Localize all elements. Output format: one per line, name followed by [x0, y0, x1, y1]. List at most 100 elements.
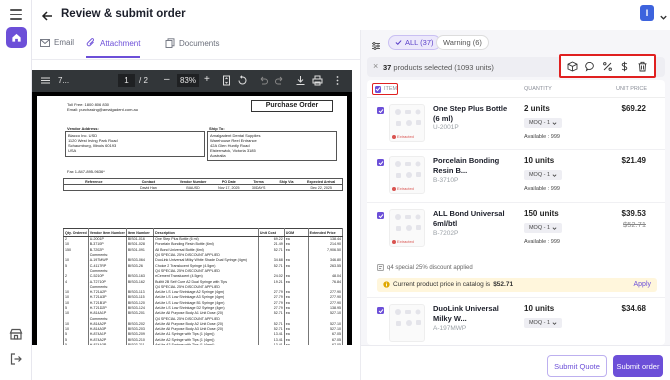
pdf-meta-box: Reference Contact Vendor Number PO Date … — [63, 178, 343, 191]
item-note-text: q4 special 25% discount applied — [387, 264, 473, 271]
moq-label: MOQ - 1 — [528, 120, 551, 126]
logout-icon[interactable] — [9, 352, 23, 366]
submit-quote-button[interactable]: Submit Quote — [547, 355, 607, 377]
pdf-zoom-level[interactable]: 83% — [177, 74, 199, 87]
extracted-dot-icon — [392, 186, 396, 191]
percent-icon[interactable] — [602, 61, 613, 72]
moq-dropdown[interactable]: MOQ - 1 — [524, 118, 562, 128]
note-icon — [377, 264, 384, 271]
apply-price-link[interactable]: Apply — [633, 281, 651, 288]
row-checkbox[interactable] — [377, 107, 384, 114]
pdf-email: Email: purchasing@amalgadent.com.au — [67, 107, 138, 112]
moq-label: MOQ - 1 — [528, 172, 551, 178]
home-icon[interactable] — [6, 27, 27, 48]
pdf-meta-value — [64, 185, 124, 191]
order-review-panel: ALL (37) Warning (6) × 37 products selec… — [360, 30, 670, 380]
rotate-icon[interactable] — [237, 75, 248, 86]
paperclip-icon — [86, 38, 94, 47]
pdf-page-total: / 2 — [139, 76, 148, 85]
moq-dropdown[interactable]: MOQ - 1 — [524, 318, 562, 328]
price-warning-text: Current product price in catalog is $52.… — [383, 281, 513, 288]
extracted-badge: Extracted — [392, 134, 414, 139]
product-thumbnail: Extracted — [389, 104, 425, 142]
dollar-icon[interactable] — [619, 61, 630, 72]
pdf-table-row: 5H-874A3PBIS03-211AeLite A3 Syringe with… — [63, 342, 344, 345]
quantity-value[interactable]: 150 units — [524, 209, 559, 218]
trash-icon[interactable] — [637, 61, 648, 72]
product-code: B-7202P — [433, 230, 459, 237]
comment-icon[interactable] — [584, 61, 596, 72]
avatar[interactable]: I — [640, 5, 654, 21]
chevron-down-icon[interactable] — [659, 9, 668, 20]
product-thumbnail: Extracted — [389, 209, 425, 247]
back-arrow-icon[interactable] — [41, 9, 53, 21]
tab-documents[interactable]: Documents — [165, 38, 219, 48]
info-icon — [383, 281, 390, 288]
quantity-value[interactable]: 10 units — [524, 304, 554, 313]
unit-price[interactable]: $69.22 — [622, 104, 646, 113]
redo-icon[interactable] — [274, 75, 285, 86]
filter-sliders-icon[interactable] — [371, 38, 381, 50]
moq-dropdown[interactable]: MOQ - 1 — [524, 223, 562, 233]
footer-actions: Submit Quote Submit order — [361, 345, 670, 380]
mail-icon — [40, 38, 50, 47]
clear-selection-icon[interactable]: × — [373, 62, 378, 71]
pdf-page-input[interactable]: 1 — [118, 74, 135, 87]
pdf-table-cell: H-874A3P — [87, 342, 127, 345]
submit-order-button[interactable]: Submit order — [613, 355, 663, 377]
store-icon[interactable] — [9, 327, 23, 341]
download-icon[interactable] — [295, 75, 306, 86]
fit-page-icon[interactable] — [221, 75, 232, 86]
pdf-meta-header: Expected Arrival — [307, 180, 336, 184]
filter-warning-chip[interactable]: Warning (6) — [436, 35, 489, 50]
hamburger-menu-icon[interactable] — [40, 75, 51, 86]
hamburger-menu-icon[interactable] — [10, 9, 22, 23]
filter-all-chip[interactable]: ALL (37) — [388, 35, 441, 50]
extracted-label: Extracted — [397, 186, 414, 191]
pdf-meta-header: PO Date — [221, 180, 236, 184]
moq-dropdown[interactable]: MOQ - 1 — [524, 170, 562, 180]
pdf-table-header-cell: UOM — [283, 228, 309, 237]
extracted-dot-icon — [392, 239, 396, 244]
checkbox-checked-icon — [375, 85, 381, 93]
left-rail — [0, 0, 32, 380]
list-header: ITEM QUANTITY UNIT PRICE — [367, 80, 665, 98]
package-icon[interactable] — [567, 60, 578, 72]
extracted-dot-icon — [392, 134, 396, 139]
zoom-in-icon[interactable]: + — [204, 74, 215, 85]
row-checkbox[interactable] — [377, 159, 384, 166]
row-checkbox[interactable] — [377, 307, 384, 314]
print-icon[interactable] — [312, 75, 323, 86]
image-placeholder-icon — [395, 161, 421, 178]
product-list: ITEM QUANTITY UNIT PRICE Extracted One S… — [367, 80, 665, 345]
list-item[interactable]: Extracted Porcelain Bonding Resin B... B… — [367, 150, 665, 203]
product-name: DuoLink Universal Milky W... — [433, 304, 499, 323]
page-header: Review & submit order I — [32, 0, 670, 30]
unit-price[interactable]: $34.68 — [622, 304, 646, 313]
list-item[interactable]: Extracted ALL Bond Universal 6ml/btl B-7… — [367, 203, 665, 298]
select-all-checkbox[interactable]: ITEM — [372, 83, 398, 95]
page-title: Review & submit order — [61, 8, 186, 20]
pdf-viewer[interactable]: 7... 1 / 2 – 83% + Toll Free: 1800 806 8… — [32, 70, 352, 345]
tab-email[interactable]: Email — [40, 38, 74, 47]
pdf-meta-header: Terms — [253, 180, 264, 184]
unit-price[interactable]: $39.53 — [622, 209, 646, 218]
row-checkbox[interactable] — [377, 212, 384, 219]
tab-email-label: Email — [54, 38, 75, 47]
quantity-value[interactable]: 2 units — [524, 104, 550, 113]
pdf-meta-values: David Han BIAUSD Nov 17, 2025 30DAYS Dec… — [64, 185, 342, 191]
pdf-meta-header: Vendor Number — [179, 180, 207, 184]
pdf-table-body: 2 U-2001P BIS01-016 One Step Plus Bottle (6… — [63, 236, 344, 345]
unit-price[interactable]: $21.49 — [622, 156, 646, 165]
tab-attachment[interactable]: Attachment — [86, 38, 141, 58]
undo-icon[interactable] — [258, 75, 269, 86]
quantity-value[interactable]: 10 units — [524, 156, 554, 165]
list-item[interactable]: Extracted One Step Plus Bottle (6 ml) U-… — [367, 98, 665, 150]
tab-attachment-label: Attachment — [100, 38, 141, 48]
product-code: B-3710P — [433, 177, 459, 184]
more-vertical-icon[interactable] — [332, 75, 343, 86]
zoom-out-icon[interactable]: – — [164, 74, 175, 85]
pdf-ship-box: Amalgadent Dental Supplies Warehouse Ree… — [207, 131, 337, 161]
pdf-ship-line: Australia — [210, 153, 226, 158]
list-item[interactable]: DuoLink Universal Milky W... A-197MWP 10… — [367, 298, 665, 345]
